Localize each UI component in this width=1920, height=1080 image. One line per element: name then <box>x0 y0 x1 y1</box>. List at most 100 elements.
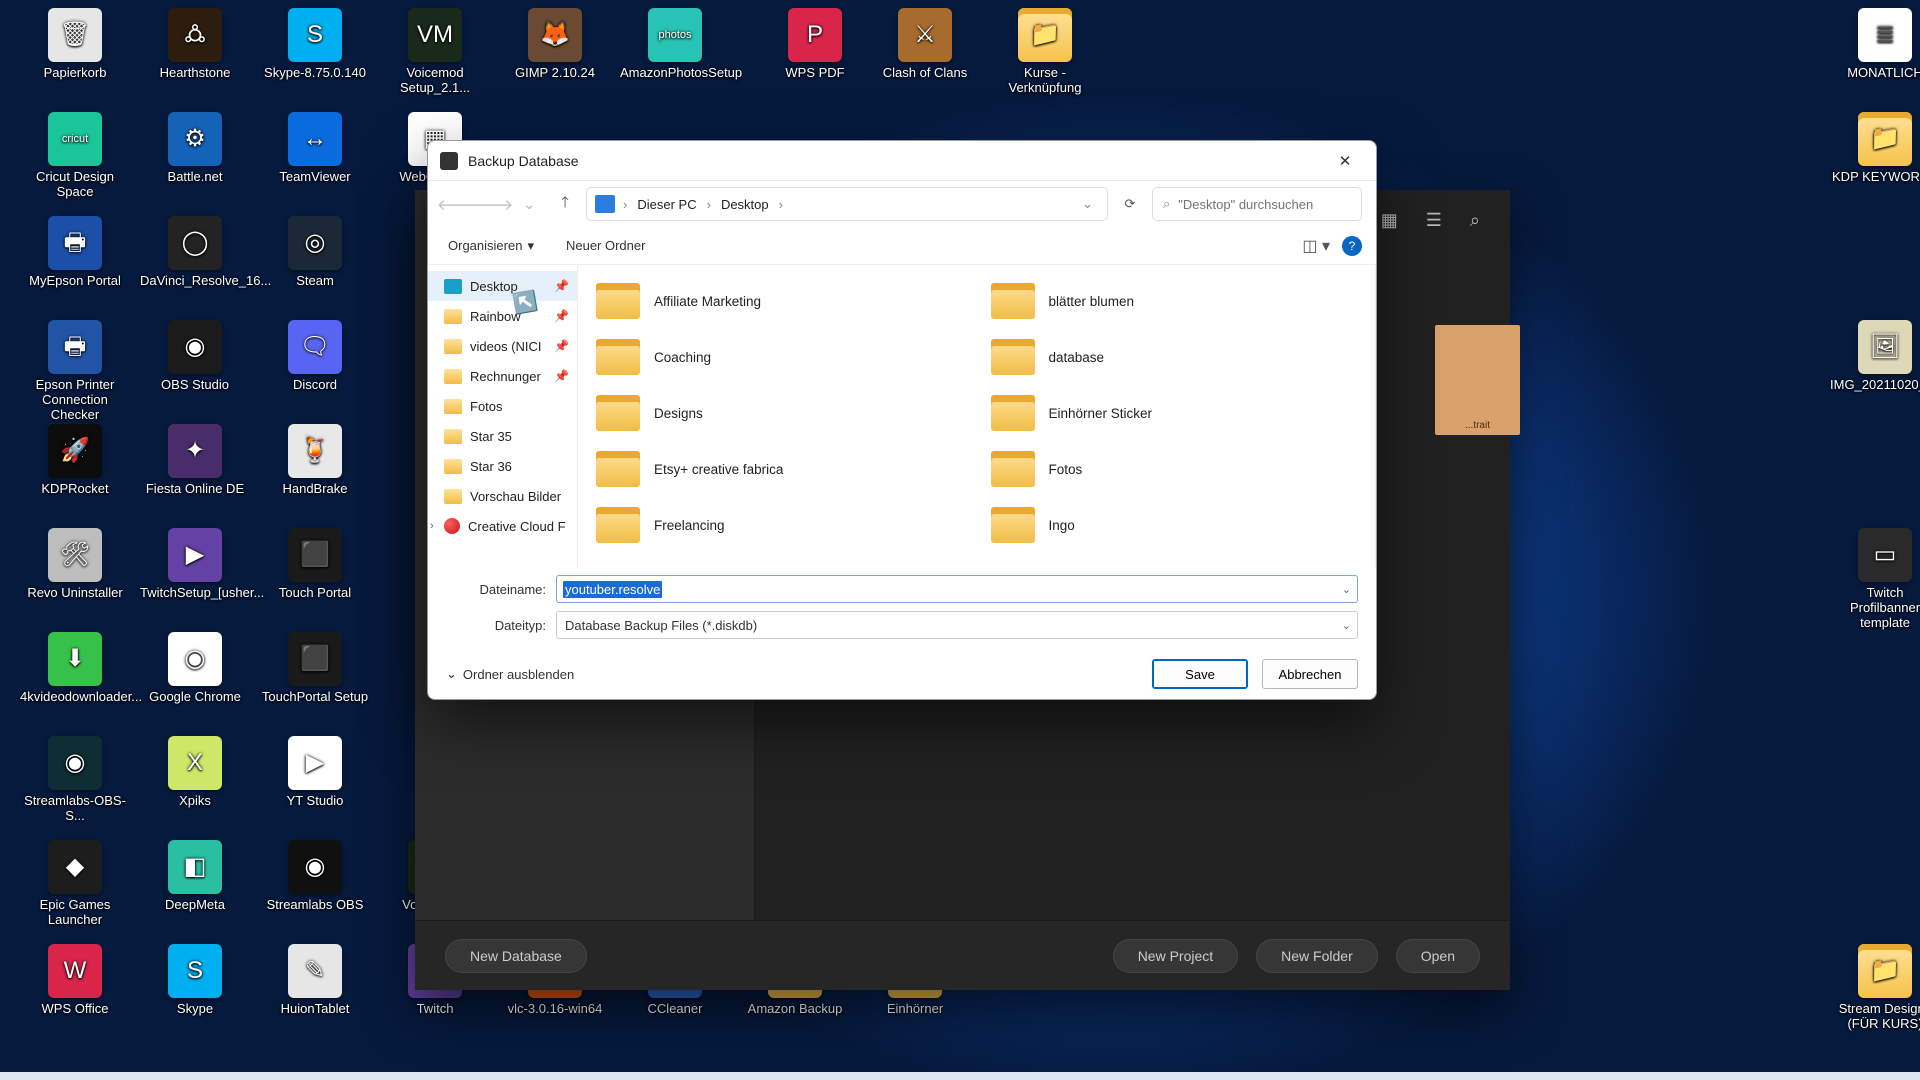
folder-item[interactable]: database <box>977 329 1372 385</box>
desktop-icon[interactable]: 📁Stream Designs (FÜR KURS) <box>1830 944 1920 1032</box>
cancel-button[interactable]: Abbrechen <box>1262 659 1358 689</box>
desktop-icon[interactable]: WWPS Office <box>20 944 130 1017</box>
folder-item[interactable]: Coaching <box>582 329 977 385</box>
desktop-icon[interactable]: 📁Kurse - Verknüpfung <box>990 8 1100 96</box>
desktop-icon[interactable]: 🦊GIMP 2.10.24 <box>500 8 610 81</box>
desktop-icon[interactable]: ⬇4kvideodownloader... <box>20 632 130 705</box>
resolve-project-thumb[interactable]: ...trait <box>1435 325 1520 435</box>
search-box[interactable]: ⌕ <box>1152 187 1362 221</box>
history-dropdown[interactable]: ⌄ <box>514 189 544 219</box>
desktop-icon[interactable]: 🚀KDPRocket <box>20 424 130 497</box>
desktop-icon[interactable]: SSkype-8.75.0.140 <box>260 8 370 81</box>
tree-item[interactable]: Fotos <box>428 391 577 421</box>
desktop-icon[interactable]: 🗨Discord <box>260 320 370 393</box>
desktop-icon[interactable]: 🍹HandBrake <box>260 424 370 497</box>
desktop-icon[interactable]: cricutCricut Design Space <box>20 112 130 200</box>
tree-item[interactable]: Vorschau Bilder <box>428 481 577 511</box>
organise-button[interactable]: Organisieren ▾ <box>442 234 540 258</box>
crumb-pc[interactable]: Dieser PC <box>631 193 702 216</box>
desktop-icon[interactable]: ≣MONATLICH <box>1830 8 1920 81</box>
forward-button[interactable]: 🡒 <box>478 189 508 219</box>
app-icon: ✎ <box>288 944 342 998</box>
desktop-icon[interactable]: ◉Streamlabs-OBS-S... <box>20 736 130 824</box>
desktop-icon[interactable]: 🛠Revo Uninstaller <box>20 528 130 601</box>
desktop-icon[interactable]: ▭Twitch Profilbanner template <box>1830 528 1920 631</box>
address-dropdown[interactable]: ⌄ <box>1076 196 1099 212</box>
desktop-icon[interactable]: ◆Epic Games Launcher <box>20 840 130 928</box>
back-button[interactable]: 🡐 <box>442 189 472 219</box>
save-button[interactable]: Save <box>1152 659 1248 689</box>
hide-folders-toggle[interactable]: ⌄ Ordner ausblenden <box>446 666 574 682</box>
new-folder-button[interactable]: Neuer Ordner <box>560 234 651 257</box>
address-bar[interactable]: › Dieser PC › Desktop › ⌄ <box>586 187 1108 221</box>
filename-dropdown[interactable]: ⌄ <box>1342 583 1351 596</box>
desktop-icon[interactable]: ◉Google Chrome <box>140 632 250 705</box>
tree-item[interactable]: ›Creative Cloud F <box>428 511 577 541</box>
desktop-icon[interactable]: ▶YT Studio <box>260 736 370 809</box>
tree-item[interactable]: Desktop📌 <box>428 271 577 301</box>
new-database-button[interactable]: New Database <box>445 939 587 973</box>
desktop-icon[interactable]: VMVoicemod Setup_2.1... <box>380 8 490 96</box>
tree-item[interactable]: Star 35 <box>428 421 577 451</box>
folder-item[interactable]: Einhörner Sticker <box>977 385 1372 441</box>
up-button[interactable]: 🡑 <box>550 189 580 219</box>
folder-item[interactable]: blätter blumen <box>977 273 1372 329</box>
desktop-icon[interactable]: ◉OBS Studio <box>140 320 250 393</box>
new-project-button[interactable]: New Project <box>1113 939 1238 973</box>
list-view-icon[interactable]: ☰ <box>1426 210 1442 231</box>
desktop-icon[interactable]: ◯DaVinci_Resolve_16... <box>140 216 250 289</box>
folder-item[interactable] <box>977 553 1372 567</box>
desktop-icon[interactable]: ⚔Clash of Clans <box>870 8 980 81</box>
filename-input[interactable]: youtuber.resolve ⌄ <box>556 575 1358 603</box>
desktop-icon[interactable]: ✦Fiesta Online DE <box>140 424 250 497</box>
search-input[interactable] <box>1178 197 1354 212</box>
refresh-button[interactable]: ⟳ <box>1114 188 1146 220</box>
desktop-icon[interactable]: 🖶Epson Printer Connection Checker <box>20 320 130 423</box>
folder-icon <box>991 283 1035 319</box>
folder-grid[interactable]: Affiliate Marketingblätter blumenCoachin… <box>578 265 1376 567</box>
folder-item[interactable]: Ingo <box>977 497 1372 553</box>
help-button[interactable]: ? <box>1342 236 1362 256</box>
desktop-icon[interactable]: PWPS PDF <box>760 8 870 81</box>
folder-item[interactable]: Designs <box>582 385 977 441</box>
desktop-icon[interactable]: ✎HuionTablet <box>260 944 370 1017</box>
taskbar[interactable] <box>0 1072 1920 1080</box>
view-mode-button[interactable]: ◫ ▾ <box>1302 236 1330 256</box>
close-button[interactable]: ✕ <box>1324 146 1366 176</box>
desktop-icon[interactable]: 📁KDP KEYWORDS <box>1830 112 1920 185</box>
desktop-icon[interactable]: ⬛TouchPortal Setup <box>260 632 370 705</box>
tree-item[interactable]: Star 36 <box>428 451 577 481</box>
desktop-icon[interactable]: 🖶MyEpson Portal <box>20 216 130 289</box>
folder-item[interactable]: Fotos <box>977 441 1372 497</box>
desktop-icon[interactable]: SSkype <box>140 944 250 1017</box>
desktop-icon[interactable]: 🖼IMG_20211020_14031 <box>1830 320 1920 393</box>
desktop-icon[interactable]: ⚙Battle.net <box>140 112 250 185</box>
grid-view-icon[interactable]: ▦ <box>1381 210 1398 231</box>
desktop-icon[interactable]: 🗑Papierkorb <box>20 8 130 81</box>
new-folder-button-resolve[interactable]: New Folder <box>1256 939 1378 973</box>
desktop-icon[interactable]: ⬛Touch Portal <box>260 528 370 601</box>
desktop-icon[interactable]: ◎Steam <box>260 216 370 289</box>
desktop-icon[interactable]: ◧DeepMeta <box>140 840 250 913</box>
desktop-icon[interactable]: ◉Streamlabs OBS <box>260 840 370 913</box>
folder-item[interactable] <box>582 553 977 567</box>
folder-item[interactable]: Freelancing <box>582 497 977 553</box>
desktop-icon[interactable]: ▶TwitchSetup_[usher... <box>140 528 250 601</box>
desktop-icon[interactable]: XXpiks <box>140 736 250 809</box>
dialog-title-bar[interactable]: Backup Database ✕ <box>428 141 1376 181</box>
desktop-icon[interactable]: 🜛Hearthstone <box>140 8 250 81</box>
desktop-icon[interactable]: photosAmazonPhotosSetup <box>620 8 730 81</box>
tree-item[interactable]: Rainbow📌 <box>428 301 577 331</box>
search-icon[interactable]: ⌕ <box>1470 210 1480 231</box>
filetype-select[interactable]: Database Backup Files (*.diskdb) ⌄ <box>556 611 1358 639</box>
open-button[interactable]: Open <box>1396 939 1480 973</box>
folder-item[interactable]: Etsy+ creative fabrica <box>582 441 977 497</box>
crumb-desktop[interactable]: Desktop <box>715 193 775 216</box>
nav-tree[interactable]: Desktop📌Rainbow📌videos (NICI📌Rechnunger📌… <box>428 265 578 567</box>
desktop-icon[interactable]: ↔TeamViewer <box>260 112 370 185</box>
filetype-dropdown[interactable]: ⌄ <box>1342 619 1351 632</box>
tree-item[interactable]: videos (NICI📌 <box>428 331 577 361</box>
folder-item[interactable]: Affiliate Marketing <box>582 273 977 329</box>
chevron-right-icon[interactable]: › <box>430 520 434 532</box>
tree-item[interactable]: Rechnunger📌 <box>428 361 577 391</box>
